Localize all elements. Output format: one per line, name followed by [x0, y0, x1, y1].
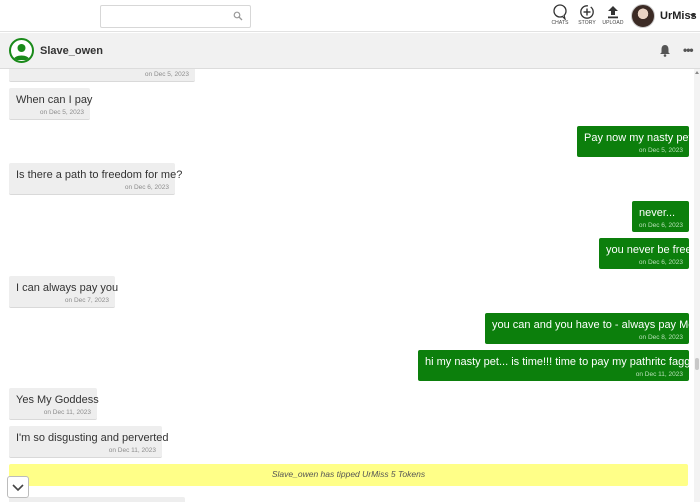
message-time: on Dec 5, 2023	[39, 109, 84, 116]
top-bar: CHATS STORY UPLOAD UrMiss	[0, 0, 700, 32]
message-bubble-partial: on Dec 5, 2023	[9, 69, 195, 82]
message-text: you never be free	[606, 244, 692, 256]
message-bubble-partial	[9, 497, 185, 502]
message-text: I can always pay you	[16, 282, 119, 294]
chat-bubble-icon	[553, 4, 567, 20]
message-time: on Dec 5, 2023	[144, 71, 189, 78]
scroll-up-arrow-icon[interactable]	[695, 71, 699, 74]
message-time: on Dec 6, 2023	[638, 222, 683, 229]
search-icon[interactable]	[233, 11, 243, 21]
tip-notification: Slave_owen has tipped UrMiss 5 Tokens	[9, 464, 688, 486]
message-bubble-outgoing: you can and you have to - always pay Me.…	[485, 313, 694, 344]
more-options-icon[interactable]: •••	[683, 44, 694, 56]
message-time: on Dec 5, 2023	[638, 147, 683, 154]
message-text: When can I pay	[16, 94, 93, 106]
message-bubble-outgoing: never... on Dec 6, 2023	[632, 201, 689, 232]
upload-label: UPLOAD	[602, 20, 624, 26]
upload-button[interactable]: UPLOAD	[601, 4, 625, 30]
scrollbar-track[interactable]	[694, 69, 700, 502]
message-time: on Dec 11, 2023	[635, 371, 683, 378]
message-bubble-incoming: Yes My Goddess on Dec 11, 2023	[9, 388, 99, 420]
message-bubble-incoming: I'm so disgusting and perverted on Dec 1…	[9, 426, 169, 458]
message-time: on Dec 11, 2023	[108, 447, 156, 454]
partner-avatar[interactable]	[9, 38, 34, 63]
message-time: on Dec 6, 2023	[638, 259, 683, 266]
message-text: you can and you have to - always pay Me.…	[492, 319, 694, 331]
message-time: on Dec 7, 2023	[64, 297, 109, 304]
search-input[interactable]	[101, 6, 229, 27]
chats-label: CHATS	[551, 20, 569, 26]
message-list[interactable]: on Dec 5, 2023 When can I pay on Dec 5, …	[0, 69, 694, 502]
message-time: on Dec 11, 2023	[43, 409, 91, 416]
message-bubble-incoming: I can always pay you on Dec 7, 2023	[9, 276, 119, 308]
message-bubble-outgoing: Pay now my nasty pet on Dec 5, 2023	[577, 126, 692, 157]
upload-arrow-icon	[608, 6, 618, 19]
partner-name[interactable]: Slave_owen	[40, 45, 103, 57]
chats-button[interactable]: CHATS	[548, 4, 572, 30]
caret-down-icon[interactable]	[690, 14, 696, 18]
message-bubble-incoming: Is there a path to freedom for me? on De…	[9, 163, 182, 195]
message-bubble-outgoing: you never be free on Dec 6, 2023	[599, 238, 692, 269]
scrollbar-thumb[interactable]	[695, 358, 699, 370]
user-avatar[interactable]	[631, 4, 655, 28]
message-text: Pay now my nasty pet	[584, 132, 692, 144]
default-user-icon	[13, 44, 30, 60]
message-text: hi my nasty pet... is time!!! time to pa…	[425, 356, 694, 368]
bell-icon[interactable]	[659, 44, 671, 57]
message-time: on Dec 8, 2023	[638, 334, 683, 341]
chat-header: Slave_owen •••	[0, 33, 700, 69]
message-time: on Dec 6, 2023	[124, 184, 169, 191]
message-text: Is there a path to freedom for me?	[16, 169, 183, 181]
tip-text: Slave_owen has tipped UrMiss 5 Tokens	[271, 469, 426, 479]
scroll-to-bottom-button[interactable]	[7, 476, 29, 498]
search-box[interactable]	[100, 5, 251, 28]
chevron-down-icon	[12, 484, 24, 492]
message-bubble-outgoing: hi my nasty pet... is time!!! time to pa…	[418, 350, 694, 381]
message-text: Yes My Goddess	[16, 394, 99, 406]
message-text: never...	[639, 207, 676, 219]
message-bubble-incoming: When can I pay on Dec 5, 2023	[9, 88, 93, 120]
story-label: STORY	[578, 20, 596, 26]
story-button[interactable]: STORY	[575, 4, 599, 30]
story-plus-icon	[580, 5, 594, 19]
message-text: I'm so disgusting and perverted	[16, 432, 169, 444]
